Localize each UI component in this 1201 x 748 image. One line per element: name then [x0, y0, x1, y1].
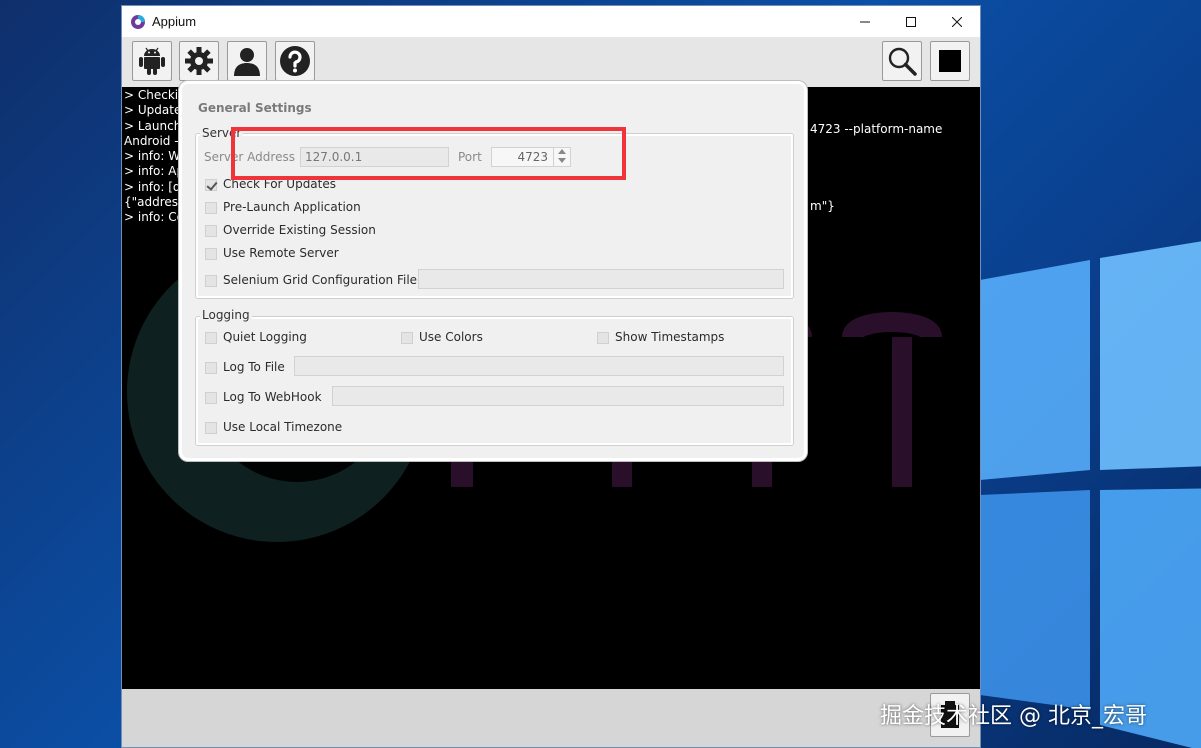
close-button[interactable]	[934, 6, 980, 37]
maximize-button[interactable]	[888, 6, 934, 37]
log-to-webhook-label: Log To WebHook	[223, 390, 322, 404]
gear-icon	[185, 47, 213, 75]
local-timezone-label: Use Local Timezone	[223, 420, 343, 434]
local-timezone-checkbox[interactable]	[205, 422, 217, 434]
help-button[interactable]	[275, 41, 315, 81]
show-timestamps-checkbox[interactable]	[597, 332, 609, 344]
general-settings-button[interactable]	[179, 41, 219, 81]
log-to-file-label: Log To File	[223, 360, 285, 374]
webhook-input[interactable]	[332, 386, 784, 406]
minimize-button[interactable]	[842, 6, 888, 37]
console-line-fragment: m"}	[810, 199, 835, 213]
log-to-file-checkbox[interactable]	[205, 362, 217, 374]
window-title: Appium	[152, 14, 197, 29]
toolbar	[122, 37, 980, 87]
inspector-button[interactable]	[882, 41, 922, 81]
pre-launch-label: Pre-Launch Application	[223, 200, 361, 214]
highlight-annotation-box	[231, 127, 626, 180]
developer-settings-button[interactable]	[227, 41, 267, 81]
quiet-logging-label: Quiet Logging	[223, 330, 307, 344]
quiet-logging-checkbox[interactable]	[205, 332, 217, 344]
remote-server-label: Use Remote Server	[223, 246, 339, 260]
log-file-input[interactable]	[294, 356, 784, 376]
watermark-text: 掘金技术社区 @ 北京_宏哥	[880, 704, 1147, 729]
maximize-icon	[906, 16, 916, 27]
close-icon	[952, 16, 962, 27]
windows-logo-graphic	[980, 241, 1201, 748]
android-icon	[139, 47, 165, 75]
dialog-title: General Settings	[198, 101, 312, 115]
pre-launch-checkbox[interactable]	[205, 202, 217, 214]
selenium-grid-label: Selenium Grid Configuration File	[223, 273, 418, 287]
log-to-webhook-checkbox[interactable]	[205, 392, 217, 404]
help-icon	[280, 46, 310, 76]
minimize-icon	[860, 21, 870, 22]
check-for-updates-checkbox[interactable]	[205, 179, 217, 191]
bottom-bar	[122, 689, 980, 747]
override-session-checkbox[interactable]	[205, 225, 217, 237]
stop-icon	[939, 50, 961, 72]
selenium-grid-checkbox[interactable]	[205, 275, 217, 287]
show-timestamps-label: Show Timestamps	[615, 330, 725, 344]
use-colors-checkbox[interactable]	[401, 332, 413, 344]
appium-logo-icon	[131, 14, 145, 29]
android-settings-button[interactable]	[132, 41, 172, 81]
console-line-fragment: 4723 --platform-name	[810, 122, 943, 136]
stop-server-button[interactable]	[930, 41, 970, 81]
logging-group-label: Logging	[200, 308, 252, 322]
search-icon	[888, 47, 917, 76]
use-colors-label: Use Colors	[419, 330, 483, 344]
selenium-grid-file-input[interactable]	[418, 269, 784, 289]
user-icon	[234, 48, 260, 76]
title-bar: Appium	[122, 6, 980, 37]
override-session-label: Override Existing Session	[223, 223, 376, 237]
remote-server-checkbox[interactable]	[205, 248, 217, 260]
